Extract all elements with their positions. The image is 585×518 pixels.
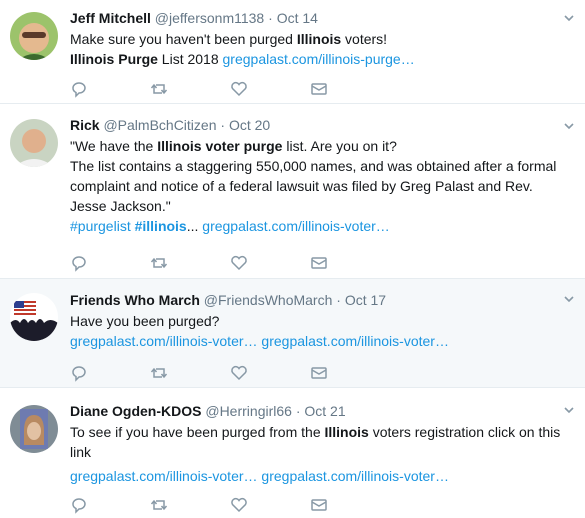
reply-icon[interactable] (70, 364, 88, 382)
tweet-link[interactable]: gregpalast.com/illinois-voter… (202, 218, 390, 234)
envelope-icon[interactable] (310, 254, 328, 272)
tweet-date[interactable]: Oct 17 (345, 292, 386, 308)
tweet-link[interactable]: gregpalast.com/illinois-voter… (261, 468, 449, 484)
avatar-jeff-mitchell[interactable] (10, 12, 58, 60)
text-segment: List 2018 (157, 51, 223, 67)
text-segment: voters registration click on this (368, 424, 561, 440)
separator-dot: · (220, 117, 226, 133)
tweet-text: Have you been purged? gregpalast.com/ill… (70, 311, 577, 351)
avatar-friends-who-march[interactable] (10, 293, 58, 341)
text-bold-segment: Illinois (324, 424, 369, 440)
author-name[interactable]: Diane Ogden-KDOS (70, 403, 201, 419)
author-handle[interactable]: @Herringirl66 (205, 403, 292, 419)
separator-dot: · (268, 10, 273, 26)
ellipsis: ... (186, 218, 199, 234)
heart-icon[interactable] (230, 80, 248, 98)
chevron-down-icon[interactable] (563, 12, 575, 24)
text-segment: "We have the (70, 138, 158, 154)
tweet-text: "We have the Illinois voter purge list. … (70, 136, 577, 236)
envelope-icon[interactable] (310, 80, 328, 98)
tweet-link[interactable]: gregpalast.com/illinois-voter… (70, 468, 258, 484)
chevron-down-icon[interactable] (563, 293, 575, 305)
text-line: link (70, 444, 92, 460)
hashtag-illinois[interactable]: #illinois (135, 218, 187, 234)
tweet-date[interactable]: Oct 20 (229, 117, 270, 133)
heart-icon[interactable] (230, 496, 248, 514)
tweet-text: Make sure you haven't been purged Illino… (70, 29, 577, 69)
text-segment: voters! (341, 31, 388, 47)
author-name[interactable]: Rick (70, 117, 100, 133)
heart-icon[interactable] (230, 254, 248, 272)
tweet-text: To see if you have been purged from the … (70, 422, 577, 486)
author-handle[interactable]: @FriendsWhoMarch (204, 292, 333, 308)
text-bold-segment: Illinois voter purge (157, 138, 283, 154)
avatar-rick[interactable] (10, 119, 58, 167)
text-line: The list contains a staggering 550,000 n… (70, 158, 557, 174)
envelope-icon[interactable] (310, 496, 328, 514)
reply-icon[interactable] (70, 80, 88, 98)
tweet-link[interactable]: gregpalast.com/illinois-purge… (223, 51, 415, 67)
retweet-icon[interactable] (150, 364, 168, 382)
tweet-actions (70, 364, 330, 382)
author-handle[interactable]: @PalmBchCitizen (103, 117, 216, 133)
text-line: complaint and notice of a federal lawsui… (70, 178, 533, 194)
tweet-link[interactable]: gregpalast.com/illinois-voter… (70, 333, 258, 349)
tweet-date[interactable]: Oct 14 (277, 10, 318, 26)
envelope-icon[interactable] (310, 364, 328, 382)
tweet-actions (70, 254, 330, 272)
text-bold-segment: Illinois Purge (70, 51, 158, 67)
hashtag-purgelist[interactable]: #purgelist (70, 218, 131, 234)
tweet-rick[interactable]: Rick @PalmBchCitizen · Oct 20 "We have t… (0, 104, 585, 279)
retweet-icon[interactable] (150, 80, 168, 98)
author-handle[interactable]: @jeffersonm1138 (155, 10, 264, 26)
tweet-friends-who-march[interactable]: Friends Who March @FriendsWhoMarch · Oct… (0, 279, 585, 388)
tweet-date[interactable]: Oct 21 (304, 403, 345, 419)
text-segment: To see if you have been purged from the (70, 424, 325, 440)
heart-icon[interactable] (230, 364, 248, 382)
reply-icon[interactable] (70, 496, 88, 514)
tweet-link[interactable]: gregpalast.com/illinois-voter… (261, 333, 449, 349)
avatar-diane-ogden[interactable] (10, 405, 58, 453)
tweet-jeff-mitchell[interactable]: Jeff Mitchell @jeffersonm1138 · Oct 14 M… (0, 0, 585, 104)
retweet-icon[interactable] (150, 254, 168, 272)
text-segment: list. Are you on it? (282, 138, 397, 154)
tweet-actions (70, 496, 330, 514)
author-name[interactable]: Friends Who March (70, 292, 200, 308)
reply-icon[interactable] (70, 254, 88, 272)
tweet-actions (70, 80, 330, 98)
chevron-down-icon[interactable] (563, 404, 575, 416)
separator-dot: · (295, 403, 301, 419)
text-line: Have you been purged? (70, 313, 220, 329)
retweet-icon[interactable] (150, 496, 168, 514)
chevron-down-icon[interactable] (563, 120, 575, 132)
separator-dot: · (336, 292, 341, 308)
text-segment: Make sure you haven't been purged (70, 31, 297, 47)
text-bold-segment: Illinois (296, 31, 342, 47)
tweet-diane-ogden[interactable]: Diane Ogden-KDOS @Herringirl66 · Oct 21 … (0, 388, 585, 518)
text-line: Jesse Jackson." (70, 198, 171, 214)
author-name[interactable]: Jeff Mitchell (70, 10, 151, 26)
